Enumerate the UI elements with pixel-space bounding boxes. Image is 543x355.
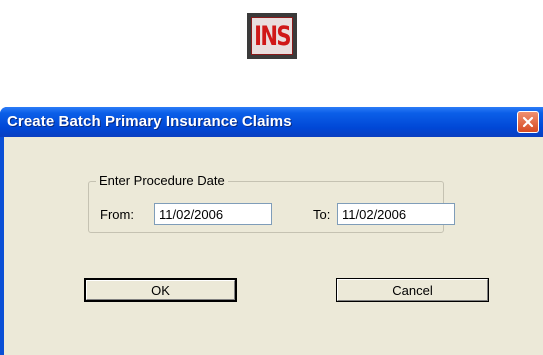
close-icon xyxy=(522,116,534,128)
to-label: To: xyxy=(313,207,331,222)
title-bar[interactable]: Create Batch Primary Insurance Claims xyxy=(0,107,543,137)
dialog-title: Create Batch Primary Insurance Claims xyxy=(7,113,292,130)
dialog-client-area: Enter Procedure Date From: To: OK Cancel xyxy=(4,137,543,355)
group-label: Enter Procedure Date xyxy=(96,173,228,188)
from-date-input[interactable] xyxy=(154,203,272,225)
cancel-button[interactable]: Cancel xyxy=(336,278,489,302)
ok-button[interactable]: OK xyxy=(84,278,237,302)
close-button[interactable] xyxy=(517,111,539,133)
ins-logo-panel: INS xyxy=(251,17,293,55)
cancel-label: Cancel xyxy=(392,282,433,298)
dialog-window: Create Batch Primary Insurance Claims En… xyxy=(0,107,543,355)
ins-logo-text: INS xyxy=(254,20,292,52)
to-date-input[interactable] xyxy=(337,203,455,225)
ok-label: OK xyxy=(151,282,170,298)
ins-logo-icon: INS xyxy=(247,13,297,59)
from-label: From: xyxy=(100,207,134,222)
